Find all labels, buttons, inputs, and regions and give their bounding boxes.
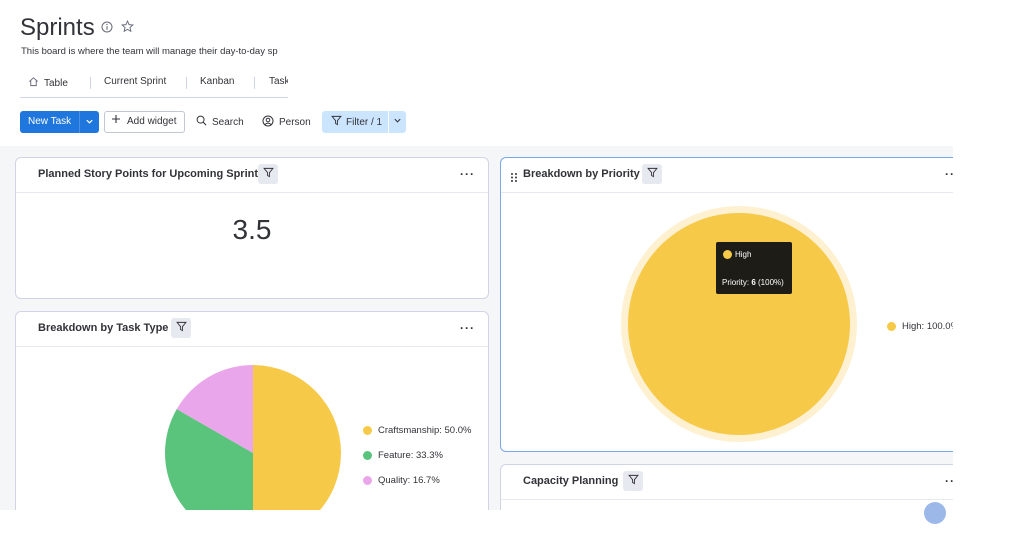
legend-swatch xyxy=(363,426,372,435)
search-label: Search xyxy=(212,116,244,128)
chart-tooltip: High Priority: 6 (100%) xyxy=(716,242,792,294)
home-icon xyxy=(28,76,39,90)
tooltip-label: High xyxy=(735,250,752,259)
legend-swatch xyxy=(363,476,372,485)
widget-story-points[interactable]: Planned Story Points for Upcoming Sprint… xyxy=(15,157,489,299)
widget-title: Capacity Planning xyxy=(523,475,619,487)
filter-button[interactable]: Filter / 1 xyxy=(322,111,406,133)
more-options-icon[interactable]: ··· xyxy=(945,167,953,181)
plus-icon xyxy=(111,112,121,132)
widget-filter-button[interactable] xyxy=(258,164,278,184)
tab-table[interactable]: Table xyxy=(28,76,68,90)
new-task-label: New Task xyxy=(28,116,72,127)
filter-icon xyxy=(331,115,342,129)
page-title: Sprints xyxy=(20,14,95,41)
legend-label: High: 100.0% xyxy=(902,321,953,332)
legend-item: Craftsmanship: 50.0% xyxy=(363,425,471,436)
filter-icon xyxy=(175,319,187,337)
tab-label: Table xyxy=(44,77,68,89)
widget-title: Breakdown by Task Type xyxy=(38,322,169,334)
tooltip-swatch xyxy=(723,250,732,259)
add-widget-label: Add widget xyxy=(127,116,177,127)
add-widget-button[interactable]: Add widget xyxy=(104,111,186,133)
widget-header: Breakdown by Priority ··· xyxy=(501,158,953,193)
info-icon[interactable] xyxy=(101,20,113,38)
person-icon xyxy=(262,115,274,130)
person-button[interactable]: Person xyxy=(262,111,311,133)
pie-slice-craftsmanship[interactable] xyxy=(253,365,341,510)
legend-label: Quality: 16.7% xyxy=(378,475,440,486)
tab-divider xyxy=(186,77,187,89)
search-icon xyxy=(196,115,207,129)
priority-pie-chart xyxy=(621,206,857,442)
avatar[interactable] xyxy=(924,502,946,524)
legend-item: Feature: 33.3% xyxy=(363,450,443,461)
new-task-button[interactable]: New Task xyxy=(20,111,100,133)
tooltip-value: Priority: 6 (100%) xyxy=(722,278,784,287)
widget-title: Planned Story Points for Upcoming Sprint xyxy=(38,168,259,180)
search-button[interactable]: Search xyxy=(196,111,244,133)
widget-header: Planned Story Points for Upcoming Sprint… xyxy=(16,158,488,193)
tooltip-prefix: Priority: xyxy=(722,278,752,287)
widget-header: Breakdown by Task Type ··· xyxy=(16,312,488,347)
legend-label: Feature: 33.3% xyxy=(378,450,443,461)
tab-kanban[interactable]: Kanban xyxy=(200,76,234,87)
legend-swatch xyxy=(363,451,372,460)
drag-handle-icon[interactable] xyxy=(510,170,518,188)
widget-filter-button[interactable] xyxy=(642,164,662,184)
legend-swatch xyxy=(887,322,896,331)
legend-item: High: 100.0% xyxy=(887,321,953,332)
filter-main[interactable]: Filter / 1 xyxy=(322,115,388,129)
widget-title: Breakdown by Priority xyxy=(523,168,640,180)
widget-priority[interactable]: Breakdown by Priority ··· High: 100.0% xyxy=(500,157,953,452)
chevron-down-icon xyxy=(85,113,94,131)
widget-filter-button[interactable] xyxy=(623,471,643,491)
person-label: Person xyxy=(279,116,311,128)
tooltip-suffix: (100%) xyxy=(755,278,784,287)
widget-header: Capacity Planning ··· xyxy=(501,465,953,500)
tab-divider xyxy=(254,77,255,89)
tab-current-sprint[interactable]: Current Sprint xyxy=(104,76,166,87)
more-options-icon[interactable]: ··· xyxy=(945,474,953,488)
star-icon[interactable] xyxy=(120,19,135,38)
filter-icon xyxy=(646,165,658,183)
more-options-icon[interactable]: ··· xyxy=(460,321,475,335)
widget-filter-button[interactable] xyxy=(171,318,191,338)
widget-task-type[interactable]: Breakdown by Task Type ··· Craftsmanship… xyxy=(15,311,489,510)
widget-capacity-planning[interactable]: Capacity Planning ··· xyxy=(500,464,953,510)
chevron-down-icon xyxy=(393,116,402,128)
new-task-dropdown[interactable] xyxy=(79,111,99,133)
filter-label: Filter / 1 xyxy=(346,116,383,128)
story-points-value: 3.5 xyxy=(232,214,272,245)
legend-item: Quality: 16.7% xyxy=(363,475,440,486)
legend-label: Craftsmanship: 50.0% xyxy=(378,425,472,436)
dashboard-canvas: Planned Story Points for Upcoming Sprint… xyxy=(0,146,953,510)
task-type-pie-chart xyxy=(165,365,341,510)
view-tabs: Table Current Sprint Kanban Task xyxy=(20,72,288,98)
tab-divider xyxy=(90,77,91,89)
filter-dropdown[interactable] xyxy=(388,111,406,133)
board-description: This board is where the team will manage… xyxy=(21,46,278,57)
more-options-icon[interactable]: ··· xyxy=(460,167,475,181)
tab-task[interactable]: Task xyxy=(269,76,288,87)
filter-icon xyxy=(262,165,274,183)
filter-icon xyxy=(627,472,639,490)
